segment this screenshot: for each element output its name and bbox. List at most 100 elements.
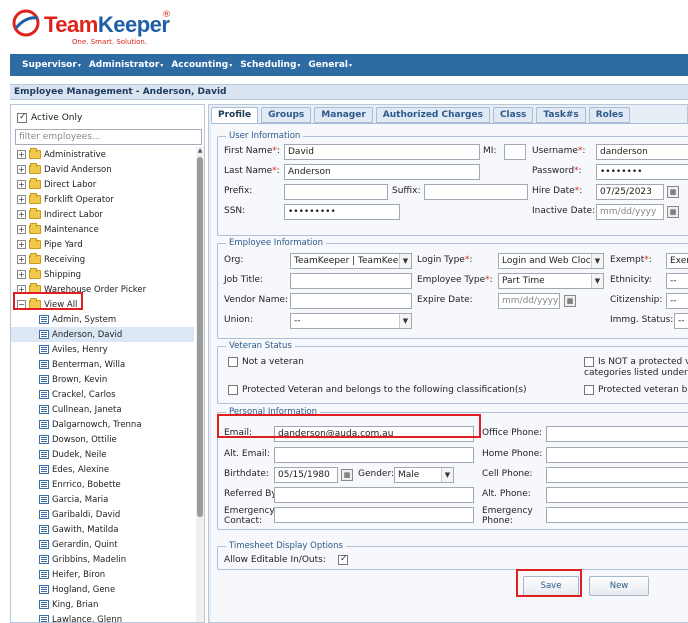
active-only-toggle[interactable]: Active Only xyxy=(17,112,82,123)
tab-authorized-charges[interactable]: Authorized Charges xyxy=(375,107,490,123)
nav-administrator[interactable]: Administrator▾ xyxy=(89,60,163,70)
nav-supervisor[interactable]: Supervisor▾ xyxy=(22,60,81,70)
tab-roles[interactable]: Roles xyxy=(588,107,631,123)
tree-employee[interactable]: Hogland, Gene xyxy=(11,582,194,597)
inactive-date-field[interactable]: mm/dd/yyyy xyxy=(596,204,664,220)
tree-employee[interactable]: Heifer, Biron xyxy=(11,567,194,582)
not-protected-checkbox[interactable] xyxy=(584,357,594,367)
tab-manager[interactable]: Manager xyxy=(314,107,373,123)
tree-employee[interactable]: Dowson, Ottilie xyxy=(11,432,194,447)
immg-status-select[interactable]: -- xyxy=(674,313,688,329)
expand-icon[interactable]: + xyxy=(17,150,26,159)
nav-accounting[interactable]: Accounting▾ xyxy=(171,60,232,70)
emergency-phone-field[interactable] xyxy=(546,507,688,523)
alt-phone-field[interactable] xyxy=(546,487,688,503)
expand-icon[interactable]: + xyxy=(17,180,26,189)
tree-employee[interactable]: Dudek, Neile xyxy=(11,447,194,462)
org-select[interactable]: TeamKeeper | TeamKeepe ▼ xyxy=(290,253,412,269)
expand-icon[interactable]: + xyxy=(17,165,26,174)
nav-scheduling[interactable]: Scheduling▾ xyxy=(240,60,300,70)
tree-employee[interactable]: Dalgarnowch, Trenna xyxy=(11,417,194,432)
expand-icon[interactable]: + xyxy=(17,225,26,234)
prefix-field[interactable] xyxy=(284,184,388,200)
tree-folder[interactable]: + Indirect Labor xyxy=(11,207,194,222)
tree-employee[interactable]: King, Brian xyxy=(11,597,194,612)
first-name-field[interactable]: David xyxy=(284,144,480,160)
tree-employee[interactable]: Gerardin, Quint xyxy=(11,537,194,552)
active-only-checkbox[interactable] xyxy=(17,112,27,123)
tree-employee[interactable]: Benterman, Willa xyxy=(11,357,194,372)
password-field[interactable]: •••••••• xyxy=(596,164,688,180)
tree-employee[interactable]: Edes, Alexine xyxy=(11,462,194,477)
expand-icon[interactable]: + xyxy=(17,270,26,279)
tree-scrollbar[interactable]: ▲ xyxy=(196,147,204,622)
tree-employee[interactable]: Cullnean, Janeta xyxy=(11,402,194,417)
protected-but-checkbox[interactable] xyxy=(584,385,594,395)
tree-employee[interactable]: Anderson, David xyxy=(11,327,194,342)
tree-employee[interactable]: Crackel, Carlos xyxy=(11,387,194,402)
allow-editable-checkbox[interactable] xyxy=(338,554,348,565)
tree-folder[interactable]: + Direct Labor xyxy=(11,177,194,192)
tree-employee[interactable]: Brown, Kevin xyxy=(11,372,194,387)
scroll-up-icon[interactable]: ▲ xyxy=(196,147,204,155)
tree-employee[interactable]: Gribbins, Madelin xyxy=(11,552,194,567)
expand-icon[interactable]: + xyxy=(17,255,26,264)
tree-employee[interactable]: Gawith, Matilda xyxy=(11,522,194,537)
expand-icon[interactable]: + xyxy=(17,210,26,219)
tree-employee[interactable]: Lawlance, Glenn xyxy=(11,612,194,622)
scroll-thumb[interactable] xyxy=(197,157,203,517)
tree-folder[interactable]: + David Anderson xyxy=(11,162,194,177)
tab-profile[interactable]: Profile xyxy=(211,107,259,123)
tree-employee[interactable]: Garibaldi, David xyxy=(11,507,194,522)
filter-employees-input[interactable]: filter employees... xyxy=(15,129,202,145)
protected-classification-checkbox[interactable] xyxy=(228,385,238,395)
alt-email-field[interactable] xyxy=(274,447,474,463)
tree-employee[interactable]: Admin, System xyxy=(11,312,194,327)
calendar-icon[interactable]: ▦ xyxy=(667,186,679,198)
exempt-select[interactable]: Exem xyxy=(666,253,688,269)
nav-general[interactable]: General▾ xyxy=(308,60,352,70)
tree-employee[interactable]: Garcia, Maria xyxy=(11,492,194,507)
hire-date-field[interactable]: 07/25/2023 xyxy=(596,184,664,200)
expand-icon[interactable]: + xyxy=(17,240,26,249)
calendar-icon[interactable]: ▦ xyxy=(341,469,353,481)
not-veteran-checkbox[interactable] xyxy=(228,357,238,367)
emergency-contact-field[interactable] xyxy=(274,507,474,523)
ssn-field[interactable]: ••••••••• xyxy=(284,204,400,220)
office-phone-field[interactable] xyxy=(546,426,688,442)
username-field[interactable]: danderson xyxy=(596,144,688,160)
tree-folder[interactable]: + Receiving xyxy=(11,252,194,267)
expand-icon[interactable]: + xyxy=(17,195,26,204)
calendar-icon[interactable]: ▦ xyxy=(667,206,679,218)
vendor-name-field[interactable] xyxy=(290,293,412,309)
calendar-icon[interactable]: ▦ xyxy=(564,295,576,307)
tree-employee[interactable]: Aviles, Henry xyxy=(11,342,194,357)
gender-select[interactable]: Male ▼ xyxy=(394,467,454,483)
new-button[interactable]: New xyxy=(589,576,649,596)
union-select[interactable]: -- ▼ xyxy=(290,313,412,329)
last-name-field[interactable]: Anderson xyxy=(284,164,480,180)
home-phone-field[interactable] xyxy=(546,447,688,463)
tree-folder[interactable]: + Maintenance xyxy=(11,222,194,237)
cell-phone-field[interactable] xyxy=(546,467,688,483)
tree-folder[interactable]: + Pipe Yard xyxy=(11,237,194,252)
emergency-phone-label-1: Emergency xyxy=(482,506,533,516)
suffix-field[interactable] xyxy=(424,184,528,200)
timesheet-options-group: Timesheet Display Options Allow Editable… xyxy=(217,541,688,570)
employee-type-select[interactable]: Part Time ▼ xyxy=(498,273,604,289)
ethnicity-select[interactable]: -- xyxy=(666,273,688,289)
tree-employee[interactable]: Enrrico, Bobette xyxy=(11,477,194,492)
tab-class[interactable]: Class xyxy=(492,107,534,123)
expire-date-field[interactable]: mm/dd/yyyy xyxy=(498,293,560,309)
tree-folder[interactable]: + Administrative xyxy=(11,147,194,162)
tab-task-numbers[interactable]: Task#s xyxy=(536,107,586,123)
tree-folder[interactable]: + Shipping xyxy=(11,267,194,282)
login-type-select[interactable]: Login and Web Clock ▼ xyxy=(498,253,604,269)
mi-field[interactable] xyxy=(504,144,526,160)
birthdate-field[interactable]: 05/15/1980 xyxy=(274,467,338,483)
citizenship-select[interactable]: -- xyxy=(666,293,688,309)
tab-groups[interactable]: Groups xyxy=(261,107,312,123)
tree-folder[interactable]: + Forklift Operator xyxy=(11,192,194,207)
job-title-field[interactable] xyxy=(290,273,412,289)
referred-by-field[interactable] xyxy=(274,487,474,503)
